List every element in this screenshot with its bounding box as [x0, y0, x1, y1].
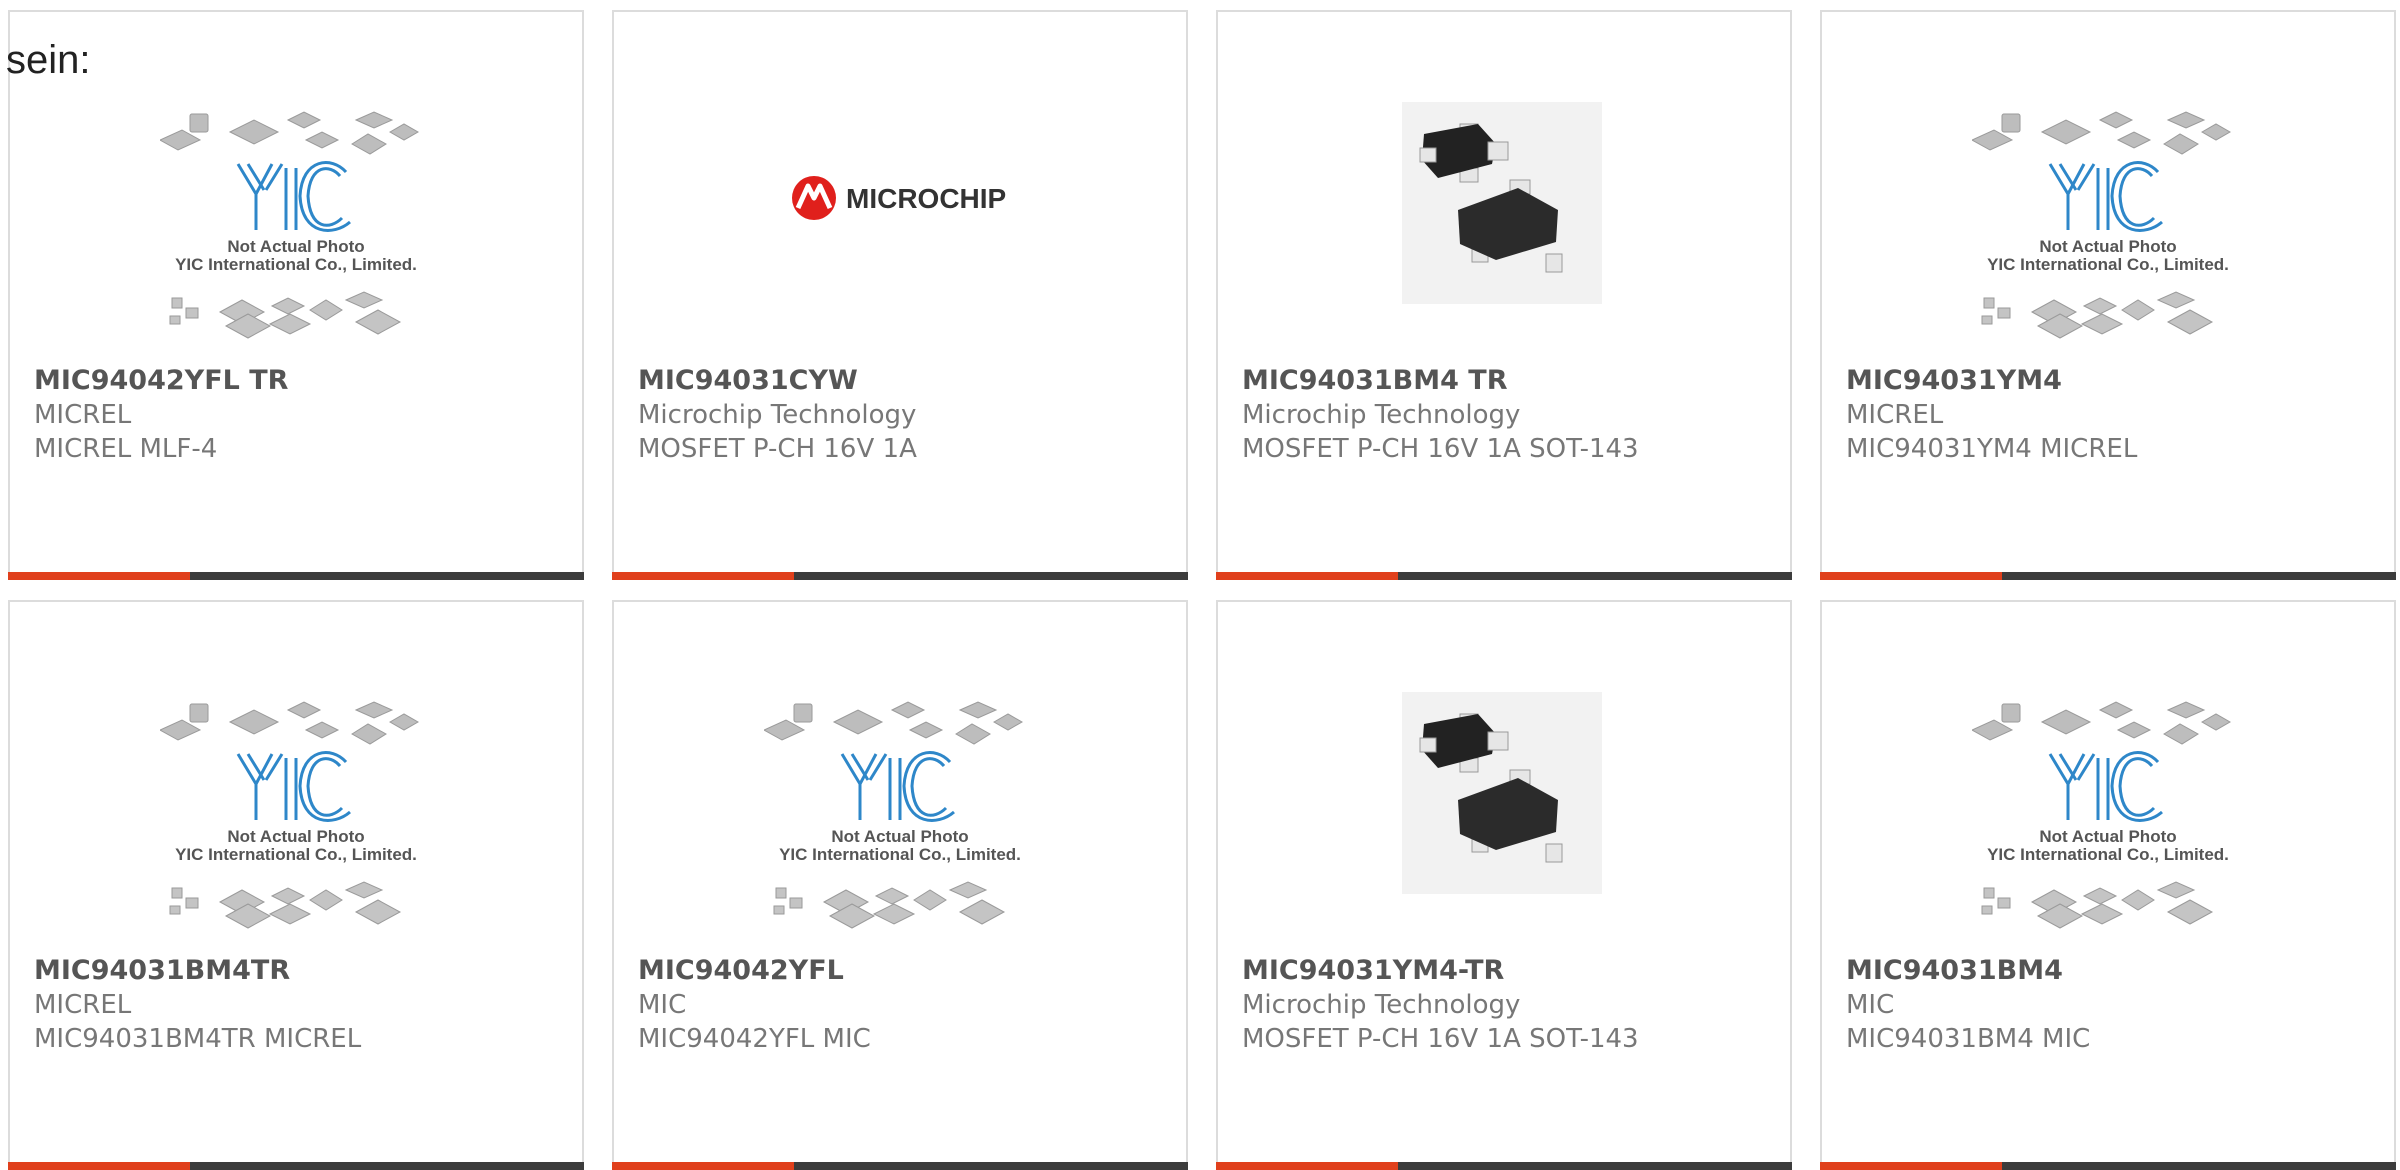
- card-accent-bar: [1216, 572, 1398, 580]
- placeholder-company: YIC International Co., Limited.: [175, 255, 417, 274]
- product-image[interactable]: [1368, 692, 1640, 944]
- placeholder-caption: Not Actual Photo: [227, 827, 364, 846]
- brand-logo-image[interactable]: MICROCHIP: [764, 102, 1036, 354]
- card-bottom-bar: [8, 1162, 584, 1170]
- card-accent-bar: [612, 572, 794, 580]
- product-description: MIC94031YM4 MICREL: [1846, 434, 2138, 464]
- product-info: MIC94031YM4-TR Microchip Technology MOSFET…: [1242, 954, 1778, 1056]
- part-number-link[interactable]: MIC94031BM4 TR: [1242, 364, 1778, 398]
- card-accent-bar: [8, 1162, 190, 1170]
- manufacturer: MICREL: [34, 400, 132, 430]
- card-accent-bar: [1820, 1162, 2002, 1170]
- placeholder-image[interactable]: Not Actual Photo YIC International Co., …: [1972, 692, 2244, 944]
- placeholder-company: YIC International Co., Limited.: [1987, 255, 2229, 274]
- product-card[interactable]: Not Actual Photo YIC International Co., …: [8, 600, 584, 1170]
- manufacturer: MIC: [638, 990, 687, 1020]
- manufacturer: MICREL: [34, 990, 132, 1020]
- part-number-link[interactable]: MIC94042YFL TR: [34, 364, 570, 398]
- placeholder-image[interactable]: Not Actual Photo YIC International Co., …: [764, 692, 1036, 944]
- manufacturer: Microchip Technology: [1242, 400, 1521, 430]
- product-card[interactable]: Not Actual Photo YIC International Co., …: [8, 10, 584, 580]
- product-image[interactable]: [1368, 102, 1640, 354]
- card-bottom-bar: [8, 572, 584, 580]
- card-accent-bar: [612, 1162, 794, 1170]
- product-card[interactable]: MIC94031BM4 TR Microchip Technology MOSFET…: [1216, 10, 1792, 580]
- part-number-link[interactable]: MIC94031YM4-TR: [1242, 954, 1778, 988]
- placeholder-company: YIC International Co., Limited.: [779, 845, 1021, 864]
- manufacturer: MICREL: [1846, 400, 1944, 430]
- product-description: MOSFET P-CH 16V 1A: [638, 434, 917, 464]
- logo-text: MICROCHIP: [846, 183, 1006, 214]
- product-description: MOSFET P-CH 16V 1A SOT-143: [1242, 1024, 1639, 1054]
- product-info: MIC94042YFL MIC MIC94042YFL MIC: [638, 954, 1174, 1056]
- product-description: MIC94031BM4 MIC: [1846, 1024, 2091, 1054]
- card-bottom-bar: [612, 1162, 1188, 1170]
- card-accent-bar: [8, 572, 190, 580]
- product-info: MIC94031BM4 MIC MIC94031BM4 MIC: [1846, 954, 2382, 1056]
- card-bottom-bar: [1820, 1162, 2396, 1170]
- product-description: MIC94031BM4TR MICREL: [34, 1024, 362, 1054]
- placeholder-company: YIC International Co., Limited.: [175, 845, 417, 864]
- part-number-link[interactable]: MIC94042YFL: [638, 954, 1174, 988]
- manufacturer: MIC: [1846, 990, 1895, 1020]
- card-accent-bar: [1216, 1162, 1398, 1170]
- part-number-link[interactable]: MIC94031BM4TR: [34, 954, 570, 988]
- placeholder-image[interactable]: Not Actual Photo YIC International Co., …: [160, 692, 432, 944]
- part-number-link[interactable]: MIC94031CYW: [638, 364, 1174, 398]
- product-description: MIC94042YFL MIC: [638, 1024, 871, 1054]
- product-info: MIC94042YFL TR MICREL MICREL MLF-4: [34, 364, 570, 466]
- placeholder-image[interactable]: Not Actual Photo YIC International Co., …: [160, 102, 432, 354]
- product-description: MICREL MLF-4: [34, 434, 218, 464]
- product-card[interactable]: Not Actual Photo YIC International Co., …: [612, 600, 1188, 1170]
- product-info: MIC94031CYW Microchip Technology MOSFET P-…: [638, 364, 1174, 466]
- placeholder-image[interactable]: Not Actual Photo YIC International Co., …: [1972, 102, 2244, 354]
- manufacturer: Microchip Technology: [638, 400, 917, 430]
- product-info: MIC94031BM4 TR Microchip Technology MOSFET…: [1242, 364, 1778, 466]
- card-accent-bar: [1820, 572, 2002, 580]
- placeholder-caption: Not Actual Photo: [2039, 237, 2176, 256]
- card-bottom-bar: [1216, 572, 1792, 580]
- product-card[interactable]: MIC94031YM4-TR Microchip Technology MOSFET…: [1216, 600, 1792, 1170]
- product-grid: Not Actual Photo YIC International Co., …: [0, 0, 2400, 1170]
- card-bottom-bar: [1216, 1162, 1792, 1170]
- card-bottom-bar: [1820, 572, 2396, 580]
- card-bottom-bar: [612, 572, 1188, 580]
- manufacturer: Microchip Technology: [1242, 990, 1521, 1020]
- product-description: MOSFET P-CH 16V 1A SOT-143: [1242, 434, 1639, 464]
- placeholder-caption: Not Actual Photo: [831, 827, 968, 846]
- part-number-link[interactable]: MIC94031BM4: [1846, 954, 2382, 988]
- product-info: MIC94031YM4 MICREL MIC94031YM4 MICREL: [1846, 364, 2382, 466]
- product-card[interactable]: MICROCHIP MIC94031CYW Microchip Technolog…: [612, 10, 1188, 580]
- product-info: MIC94031BM4TR MICREL MIC94031BM4TR MICREL: [34, 954, 570, 1056]
- product-card[interactable]: Not Actual Photo YIC International Co., …: [1820, 600, 2396, 1170]
- placeholder-company: YIC International Co., Limited.: [1987, 845, 2229, 864]
- lead-text: sein:: [6, 38, 91, 82]
- part-number-link[interactable]: MIC94031YM4: [1846, 364, 2382, 398]
- product-card[interactable]: Not Actual Photo YIC International Co., …: [1820, 10, 2396, 580]
- placeholder-caption: Not Actual Photo: [227, 237, 364, 256]
- placeholder-caption: Not Actual Photo: [2039, 827, 2176, 846]
